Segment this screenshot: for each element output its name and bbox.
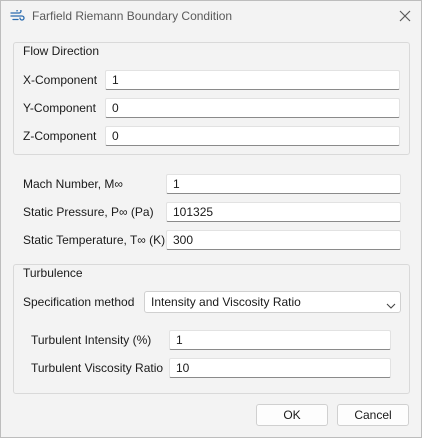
static-pressure-field[interactable]: 101325 xyxy=(166,202,401,222)
cancel-button[interactable]: Cancel xyxy=(337,404,409,426)
mach-number-field[interactable]: 1 xyxy=(166,174,401,194)
wind-icon xyxy=(10,8,26,22)
static-pressure-label: Static Pressure, P∞ (Pa) xyxy=(23,205,154,219)
close-icon[interactable] xyxy=(398,9,412,23)
z-component-label: Z-Component xyxy=(23,129,97,143)
turbulent-intensity-label: Turbulent Intensity (%) xyxy=(31,333,152,347)
flow-direction-title: Flow Direction xyxy=(23,44,100,58)
turbulent-intensity-field[interactable]: 1 xyxy=(169,330,391,350)
static-temperature-label: Static Temperature, T∞ (K) xyxy=(23,233,166,247)
x-component-field[interactable]: 1 xyxy=(105,70,400,90)
z-component-field[interactable]: 0 xyxy=(105,126,400,146)
chevron-down-icon xyxy=(386,297,396,309)
y-component-label: Y-Component xyxy=(23,101,96,115)
static-temperature-field[interactable]: 300 xyxy=(166,230,401,250)
turbulence-title: Turbulence xyxy=(23,266,83,280)
ok-button[interactable]: OK xyxy=(256,404,328,426)
turbulent-viscosity-ratio-label: Turbulent Viscosity Ratio xyxy=(31,361,164,375)
specification-method-select[interactable]: Intensity and Viscosity Ratio xyxy=(144,291,401,313)
title-bar: Farfield Riemann Boundary Condition xyxy=(1,1,421,32)
x-component-label: X-Component xyxy=(23,73,98,87)
dialog-title: Farfield Riemann Boundary Condition xyxy=(32,9,233,23)
turbulent-viscosity-ratio-field[interactable]: 10 xyxy=(169,358,391,378)
specification-method-label: Specification method xyxy=(23,295,135,309)
specification-method-value: Intensity and Viscosity Ratio xyxy=(151,295,301,309)
dialog-window: Farfield Riemann Boundary Condition Flow… xyxy=(0,0,422,438)
mach-number-label: Mach Number, M∞ xyxy=(23,177,123,191)
y-component-field[interactable]: 0 xyxy=(105,98,400,118)
